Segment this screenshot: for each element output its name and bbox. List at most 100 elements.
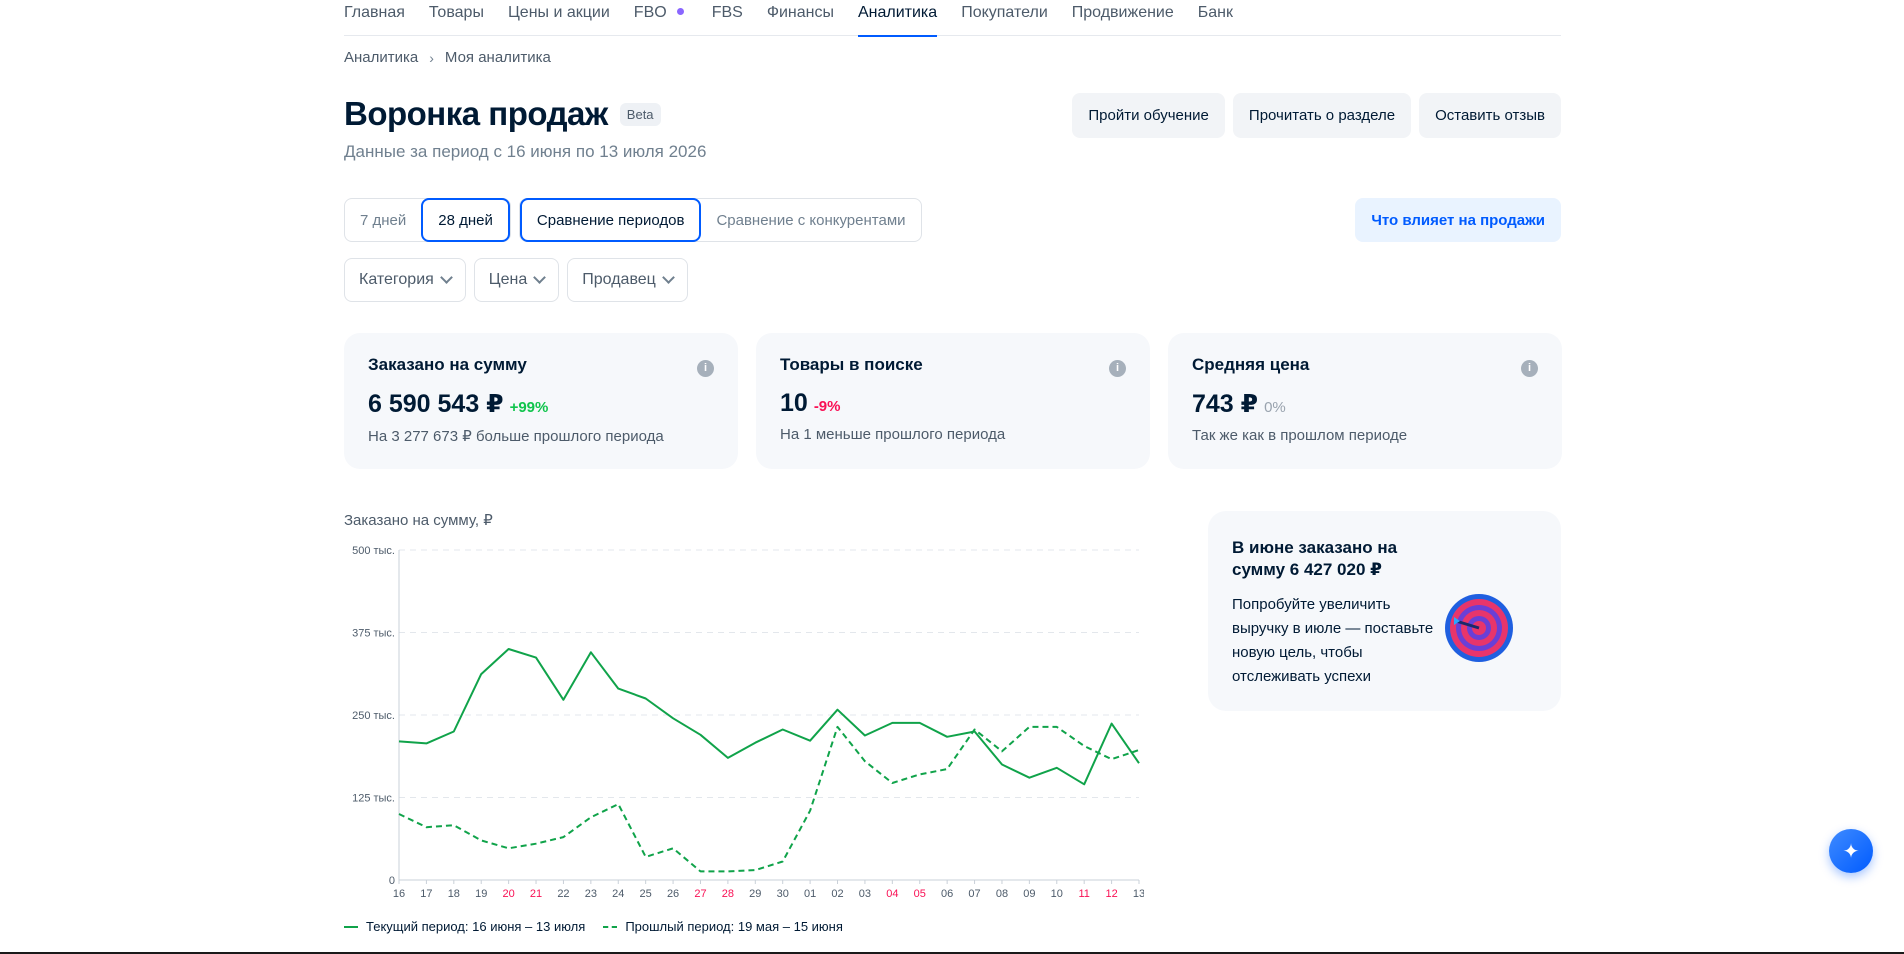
y-tick-label: 125 тыс. (352, 793, 395, 805)
compare-periods-tab[interactable]: Сравнение периодов (519, 198, 702, 242)
breadcrumb-my-analytics[interactable]: Моя аналитика (445, 49, 551, 66)
target-icon[interactable] (1444, 593, 1514, 663)
x-tick-label: 24 (612, 888, 624, 900)
nav-item-label: Покупатели (961, 4, 1048, 21)
sparkle-icon: ✦ (1842, 840, 1860, 863)
nav-item-7[interactable]: Покупатели (961, 0, 1048, 36)
y-tick-label: 250 тыс. (352, 710, 395, 722)
metric-title: Товары в поиске (780, 355, 923, 374)
nav-item-label: Товары (428, 4, 484, 21)
filter-price-label: Цена (488, 271, 528, 288)
training-button[interactable]: Пройти обучение (1072, 93, 1225, 138)
legend-current-period: Текущий период: 16 июня – 13 июля (366, 919, 586, 934)
x-tick-label: 11 (1078, 888, 1089, 900)
x-tick-label: 26 (667, 888, 679, 900)
feedback-button[interactable]: Оставить отзыв (1419, 93, 1561, 138)
chart-legend: Текущий период: 16 июня – 13 июля Прошлы… (344, 919, 843, 934)
filter-price[interactable]: Цена (473, 258, 560, 302)
x-tick-label: 17 (420, 888, 432, 900)
x-tick-label: 30 (777, 888, 789, 900)
metric-card-ordered-sum: Заказано на сумму i 6 590 543 ₽ +99% На … (344, 333, 738, 469)
nav-item-8[interactable]: Продвижение (1072, 0, 1174, 36)
legend-previous-period: Прошлый период: 19 мая – 15 июня (625, 919, 843, 934)
series-line-previous (398, 725, 1140, 873)
info-icon[interactable]: i (1109, 360, 1126, 377)
read-about-button[interactable]: Прочитать о разделе (1232, 93, 1412, 138)
x-tick-label: 16 (393, 888, 405, 900)
period-7-days[interactable]: 7 дней (345, 198, 421, 242)
legend-solid-swatch (344, 925, 358, 928)
compare-competitors-tab[interactable]: Сравнение с конкурентами (701, 198, 920, 242)
filter-seller[interactable]: Продавец (567, 258, 688, 302)
x-tick-label: 29 (749, 888, 761, 900)
chevron-down-icon (439, 271, 453, 284)
legend-dashed-swatch (603, 925, 618, 928)
nav-item-2[interactable]: Цены и акции (508, 0, 610, 36)
nav-item-label: FBO (633, 4, 667, 21)
metric-title: Средняя цена (1192, 355, 1310, 374)
x-tick-label: 02 (831, 888, 843, 900)
metric-delta: 0% (1264, 399, 1286, 416)
beta-badge: Beta (619, 102, 661, 126)
breadcrumb-analytics[interactable]: Аналитика (344, 49, 418, 66)
ai-assistant-button[interactable]: ✦ (1829, 829, 1873, 873)
period-selector: 7 дней 28 дней Сравнение периодов Сравне… (344, 198, 922, 242)
x-tick-label: 08 (996, 888, 1008, 900)
header-actions: Пройти обучение Прочитать о разделе Оста… (1072, 93, 1561, 138)
page-title: Воронка продаж (344, 95, 608, 132)
metric-delta: -9% (813, 398, 841, 415)
nav-item-label: Банк (1197, 4, 1233, 21)
metric-cards: Заказано на сумму i 6 590 543 ₽ +99% На … (344, 333, 1562, 469)
x-tick-label: 10 (1051, 888, 1063, 900)
x-tick-label: 18 (448, 888, 460, 900)
sales-factors-button[interactable]: Что влияет на продажи (1355, 198, 1561, 242)
sales-line-chart: 0 125 тыс. 250 тыс. 375 тыс. 500 тыс. 16 17 18 1… (352, 545, 1144, 900)
chevron-down-icon (661, 271, 675, 284)
series-line-current (398, 648, 1140, 786)
metric-delta: +99% (509, 399, 549, 416)
metric-value: 6 590 543 ₽ (368, 390, 504, 418)
metric-card-search-items: Товары в поиске i 10 -9% На 1 меньше про… (756, 333, 1150, 469)
nav-item-label: Продвижение (1071, 4, 1174, 21)
x-tick-label: 25 (640, 888, 652, 900)
nav-item-label: Аналитика (857, 4, 938, 21)
metric-note: На 3 277 673 ₽ больше прошлого периода (368, 428, 664, 445)
metric-value-row: 6 590 543 ₽ +99% (368, 389, 714, 419)
x-tick-label: 05 (914, 888, 926, 900)
metric-value-row: 10 -9% (780, 389, 1126, 418)
goal-promo-card: В июне заказано на сумму 6 427 020 ₽ Поп… (1208, 511, 1561, 711)
breadcrumb: Аналитика › Моя аналитика (344, 49, 551, 66)
metric-note: На 1 меньше прошлого периода (780, 426, 1006, 443)
metric-note: Так же как в прошлом периоде (1192, 427, 1408, 444)
nav-item-9[interactable]: Банк (1198, 0, 1233, 36)
x-tick-label: 12 (1105, 888, 1117, 900)
filter-category[interactable]: Категория (344, 258, 466, 302)
period-range-group: 7 дней 28 дней (344, 198, 511, 242)
chart-title: Заказано на сумму, ₽ (344, 512, 493, 529)
x-tick-label: 13 (1133, 888, 1144, 900)
info-icon[interactable]: i (697, 360, 714, 377)
chevron-down-icon (533, 271, 547, 284)
metric-value: 743 ₽ (1192, 390, 1259, 418)
nav-item-label: Финансы (766, 4, 834, 21)
chevron-right-icon: › (429, 49, 434, 66)
nav-item-label: Главная (344, 4, 405, 21)
info-icon[interactable]: i (1521, 360, 1538, 377)
x-tick-label: 20 (503, 888, 515, 900)
nav-item-1[interactable]: Товары (429, 0, 484, 36)
nav-item-4[interactable]: FBS (712, 0, 743, 36)
promo-title: В июне заказано на сумму 6 427 020 ₽ (1232, 538, 1398, 579)
filters: Категория Цена Продавец (344, 258, 688, 302)
x-tick-label: 07 (968, 888, 980, 900)
page: Главная Товары Цены и акции FBO FBS Финансы Ан… (344, 0, 1562, 954)
notification-dot-icon (676, 8, 684, 15)
y-tick-label: 375 тыс. (352, 628, 395, 640)
nav-item-0[interactable]: Главная (344, 0, 405, 36)
x-tick-label: 19 (475, 888, 487, 900)
nav-item-6[interactable]: Аналитика (857, 0, 938, 37)
nav-item-3[interactable]: FBO (634, 0, 688, 36)
metric-value-row: 743 ₽ 0% (1192, 389, 1538, 419)
nav-item-5[interactable]: Финансы (767, 0, 834, 36)
period-28-days[interactable]: 28 дней (421, 198, 510, 242)
x-tick-label: 06 (941, 888, 953, 900)
